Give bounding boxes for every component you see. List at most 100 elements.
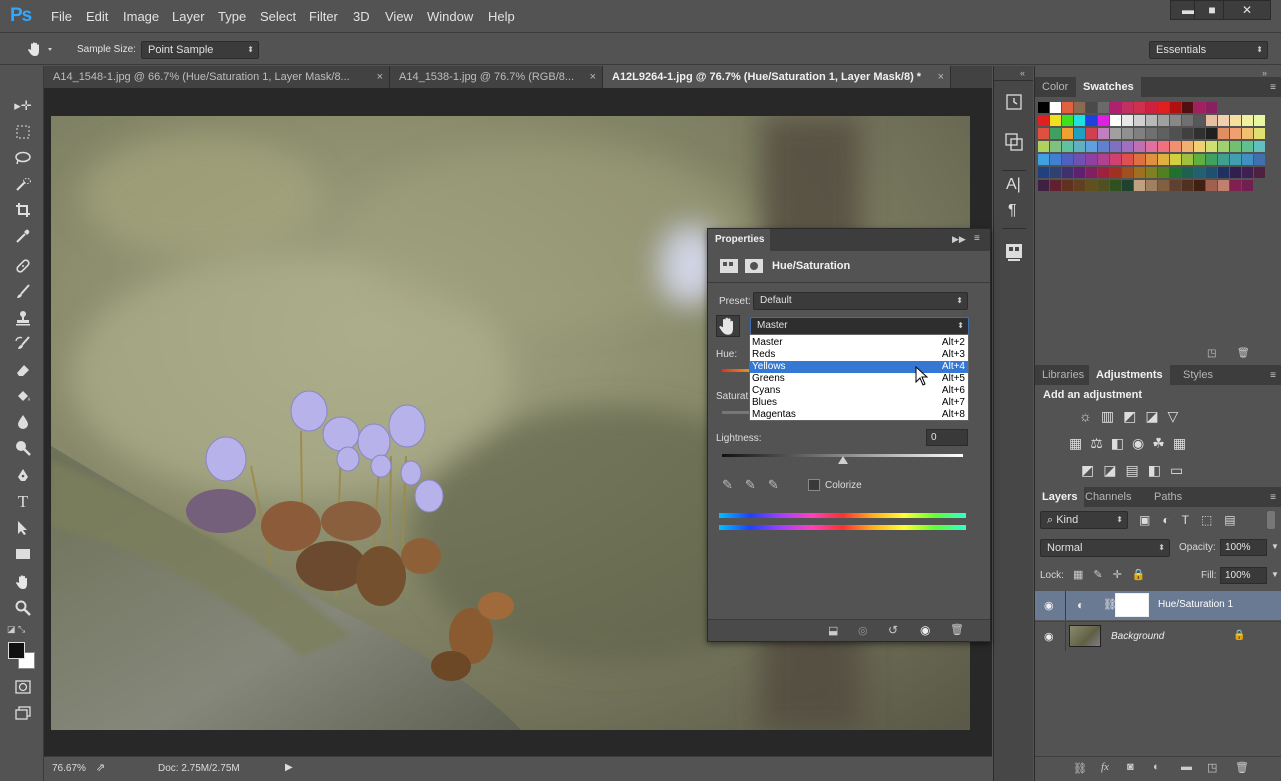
document-tab[interactable]: A14_1538-1.jpg @ 76.7% (RGB/8... × — [390, 66, 603, 88]
hand-tool-icon[interactable] — [12, 571, 34, 593]
foreground-color-swatch[interactable] — [8, 642, 25, 659]
properties-panel-icon[interactable] — [1004, 242, 1024, 262]
dropdown-option-greens[interactable]: Greens Alt+5 — [750, 373, 968, 385]
color-swatch[interactable] — [1158, 154, 1169, 165]
color-swatch[interactable] — [1254, 115, 1265, 126]
color-swatch[interactable] — [1206, 180, 1217, 191]
dropdown-option-cyans[interactable]: Cyans Alt+6 — [750, 385, 968, 397]
fill-field[interactable]: 100% — [1220, 567, 1267, 584]
invert-icon[interactable]: ◩ — [1081, 462, 1103, 478]
color-swatch[interactable] — [1158, 180, 1169, 191]
color-swatch[interactable] — [1122, 154, 1133, 165]
color-swatch[interactable] — [1086, 180, 1097, 191]
color-swatch[interactable] — [1134, 102, 1145, 113]
color-swatch[interactable] — [1182, 167, 1193, 178]
menu-select[interactable]: Select — [260, 9, 296, 24]
shape-filter-icon[interactable]: ⬚ — [1201, 513, 1224, 527]
color-swatch[interactable] — [1206, 167, 1217, 178]
color-swatch[interactable] — [1146, 180, 1157, 191]
blend-mode-select[interactable]: Normal ⬍ — [1040, 539, 1170, 557]
gradient-map-icon[interactable]: ▭ — [1170, 462, 1192, 478]
menu-view[interactable]: View — [385, 9, 413, 24]
menu-type[interactable]: Type — [218, 9, 246, 24]
zoom-level[interactable]: 76.67% — [52, 763, 86, 774]
workspace-select[interactable]: Essentials ⬍ — [1149, 41, 1268, 59]
color-swatch[interactable] — [1254, 141, 1265, 152]
lightness-field[interactable]: 0 — [926, 429, 968, 446]
color-swatch[interactable] — [1182, 128, 1193, 139]
close-tab-icon[interactable]: × — [590, 66, 596, 88]
layer-comps-icon[interactable] — [1004, 132, 1024, 152]
color-swatch[interactable] — [1146, 102, 1157, 113]
threshold-icon[interactable]: ▤ — [1125, 462, 1147, 478]
tab-libraries[interactable]: Libraries — [1035, 365, 1091, 385]
color-swatch[interactable] — [1098, 180, 1109, 191]
brightness-contrast-icon[interactable]: ☼ — [1079, 408, 1101, 424]
color-swatch[interactable] — [1206, 115, 1217, 126]
collapse-arrows-icon[interactable]: ▶▶ — [952, 234, 966, 245]
color-swatch[interactable] — [1254, 154, 1265, 165]
color-swatch[interactable] — [1110, 102, 1121, 113]
opacity-arrow-icon[interactable]: ▼ — [1271, 542, 1279, 551]
new-swatch-icon[interactable]: ◳ — [1207, 348, 1216, 359]
color-swatch[interactable] — [1170, 180, 1181, 191]
color-swatch[interactable] — [1074, 154, 1085, 165]
close-button[interactable]: ✕ — [1223, 0, 1271, 20]
color-swatch[interactable] — [1158, 141, 1169, 152]
layer-row-selected[interactable]: ◉ ◐ ⛓ Hue/Saturation 1 — [1035, 591, 1281, 620]
crop-tool-icon[interactable] — [12, 199, 34, 221]
color-swatch[interactable] — [1134, 180, 1145, 191]
color-swatch[interactable] — [1122, 115, 1133, 126]
color-swatch[interactable] — [1146, 167, 1157, 178]
layer-name[interactable]: Background — [1111, 631, 1164, 642]
color-swatch[interactable] — [1182, 180, 1193, 191]
color-swatch[interactable] — [1242, 128, 1253, 139]
color-swatch[interactable] — [1110, 180, 1121, 191]
eraser-tool-icon[interactable] — [12, 359, 34, 381]
color-swatch[interactable] — [1050, 102, 1061, 113]
eyedropper-tool-icon[interactable] — [12, 225, 34, 247]
link-layers-icon[interactable]: ⛓ — [1073, 762, 1087, 775]
reset-icon[interactable]: ↺ — [888, 623, 898, 637]
lightness-slider-handle[interactable] — [838, 456, 848, 464]
fx-icon[interactable]: fx — [1101, 761, 1109, 773]
color-swatch[interactable] — [1050, 180, 1061, 191]
paint-bucket-tool-icon[interactable] — [12, 385, 34, 407]
color-swatch[interactable] — [1242, 154, 1253, 165]
color-swatch[interactable] — [1098, 128, 1109, 139]
layer-filter-select[interactable]: ⌕ Kind ⬍ — [1040, 511, 1128, 529]
export-icon[interactable]: ⇗ — [96, 761, 105, 774]
paragraph-panel-icon[interactable]: ¶ — [1008, 202, 1017, 220]
eyedropper-plus-icon[interactable]: ✎ — [745, 477, 768, 492]
color-swatch[interactable] — [1086, 115, 1097, 126]
brush-tool-icon[interactable] — [12, 281, 34, 303]
color-swatch[interactable] — [1182, 141, 1193, 152]
color-swatch[interactable] — [1038, 141, 1049, 152]
color-swatch[interactable] — [1194, 180, 1205, 191]
color-swatch[interactable] — [1158, 115, 1169, 126]
color-swatch[interactable] — [1110, 115, 1121, 126]
color-swatch[interactable] — [1170, 102, 1181, 113]
color-swatch[interactable] — [1242, 167, 1253, 178]
exposure-icon[interactable]: ◪ — [1145, 408, 1167, 424]
color-swatch[interactable] — [1194, 102, 1205, 113]
close-tab-icon[interactable]: × — [377, 66, 383, 88]
healing-brush-tool-icon[interactable] — [12, 255, 34, 277]
eyedropper-minus-icon[interactable]: ✎ — [768, 477, 791, 492]
black-white-icon[interactable]: ◧ — [1111, 435, 1132, 451]
zoom-tool-icon[interactable] — [12, 597, 34, 619]
menu-window[interactable]: Window — [427, 9, 473, 24]
close-tab-icon[interactable]: × — [938, 66, 944, 88]
color-swatch[interactable] — [1038, 180, 1049, 191]
targeted-adjustment-hand-icon[interactable] — [716, 315, 740, 337]
dodge-tool-icon[interactable] — [12, 437, 34, 459]
hue-slider-track[interactable] — [722, 369, 752, 372]
panel-menu-icon[interactable]: ≡ — [1270, 370, 1276, 381]
view-previous-icon[interactable]: ◎ — [858, 624, 868, 637]
menu-file[interactable]: File — [51, 9, 72, 24]
color-swatch[interactable] — [1194, 167, 1205, 178]
color-swatch[interactable] — [1146, 115, 1157, 126]
hue-saturation-icon[interactable]: ▦ — [1069, 435, 1090, 451]
channel-select[interactable]: Master ⬍ — [750, 317, 969, 335]
move-tool-icon[interactable]: ▸✛ — [12, 95, 34, 117]
